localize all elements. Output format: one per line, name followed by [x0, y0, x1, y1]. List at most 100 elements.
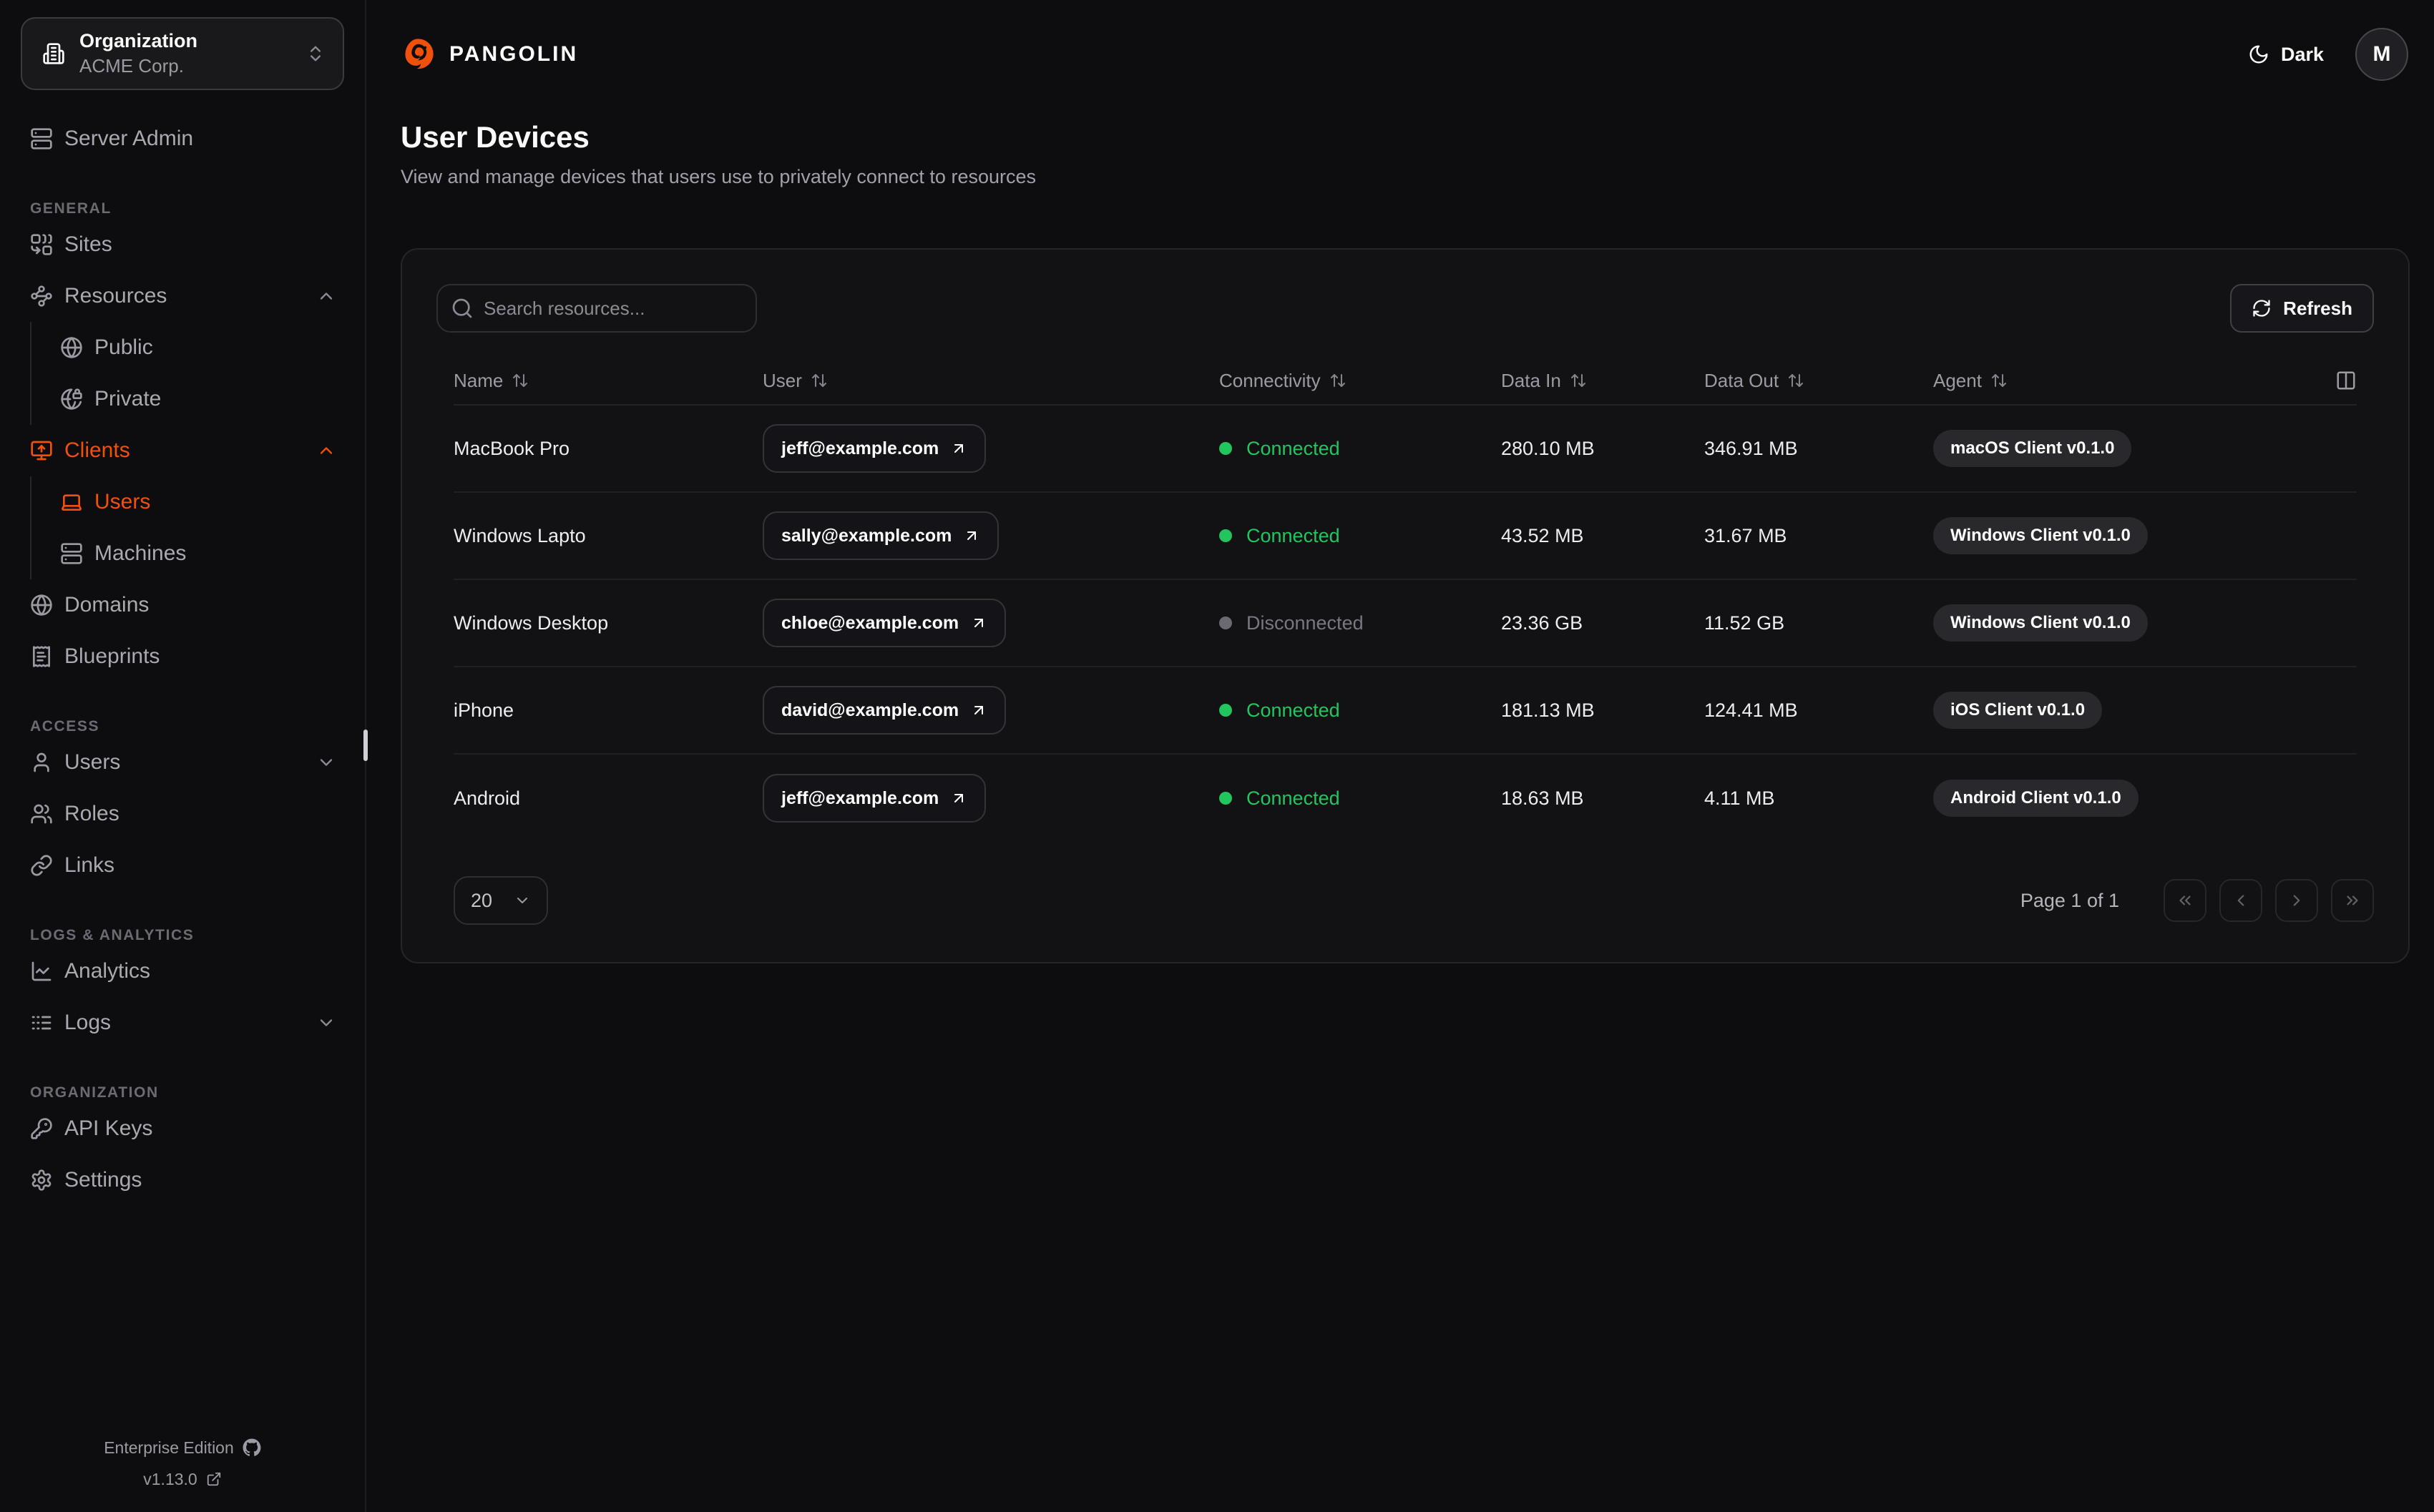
device-name: Windows Lapto — [454, 524, 586, 546]
chevrons-left-icon — [2176, 891, 2194, 910]
sidebar-item[interactable]: Public — [0, 322, 365, 373]
sidebar-section: ACCESS Users Roles Links — [0, 717, 365, 891]
chevron-icon — [316, 286, 336, 306]
status-dot — [1219, 617, 1232, 629]
pangolin-logo-icon — [401, 37, 435, 72]
sidebar-item-server-admin[interactable]: Server Admin — [0, 113, 365, 165]
github-icon — [243, 1438, 261, 1457]
chevrons-up-down-icon — [306, 44, 326, 64]
last-page-button[interactable] — [2331, 879, 2374, 922]
sidebar-item[interactable]: Private — [0, 373, 365, 425]
next-page-button[interactable] — [2275, 879, 2318, 922]
chevron-right-icon — [2287, 891, 2306, 910]
data-in-value: 280.10 MB — [1501, 437, 1595, 459]
sort-icon — [1787, 372, 1804, 389]
devices-card: Refresh Name User Connectivity — [401, 248, 2410, 963]
org-switcher-value: ACME Corp. — [79, 55, 184, 77]
agent-badge: macOS Client v0.1.0 — [1933, 430, 2132, 467]
arrow-up-right-icon — [970, 614, 987, 632]
sidebar-item-icon — [60, 491, 83, 514]
connectivity-status: Disconnected — [1219, 612, 1501, 634]
agent-badge: Windows Client v0.1.0 — [1933, 604, 2148, 642]
data-out-value: 11.52 GB — [1704, 612, 1785, 634]
org-switcher-label: Organization — [79, 30, 198, 51]
devices-table: Name User Connectivity Data In Data Out … — [454, 357, 2357, 842]
sidebar-item-icon — [30, 285, 53, 308]
column-visibility-button[interactable] — [2322, 370, 2357, 391]
user-link[interactable]: sally@example.com — [763, 511, 999, 560]
prev-page-button[interactable] — [2219, 879, 2262, 922]
column-header-agent[interactable]: Agent — [1933, 370, 2322, 392]
sidebar-resize-handle[interactable] — [363, 730, 368, 761]
data-out-value: 31.67 MB — [1704, 524, 1787, 546]
user-link[interactable]: jeff@example.com — [763, 774, 987, 823]
device-name: iPhone — [454, 699, 514, 721]
avatar[interactable]: M — [2355, 28, 2408, 81]
page-head: User Devices View and manage devices tha… — [366, 109, 2434, 188]
data-out-value: 124.41 MB — [1704, 699, 1798, 721]
arrow-up-right-icon — [970, 702, 987, 719]
sidebar-item[interactable]: Blueprints — [0, 631, 365, 682]
sidebar-item[interactable]: Analytics — [0, 946, 365, 997]
org-switcher[interactable]: Organization ACME Corp. — [21, 17, 344, 90]
version-link[interactable]: v1.13.0 — [0, 1463, 365, 1495]
table-body: MacBook Pro jeff@example.com Connected 2… — [454, 406, 2357, 842]
edition-label: Enterprise Edition — [104, 1438, 234, 1457]
edition-link[interactable]: Enterprise Edition — [0, 1432, 365, 1463]
building-icon — [42, 42, 65, 65]
chevron-left-icon — [2232, 891, 2250, 910]
sidebar-item-icon — [30, 439, 53, 462]
device-name: Windows Desktop — [454, 612, 609, 634]
sidebar-item[interactable]: Settings — [0, 1154, 365, 1206]
column-header-name[interactable]: Name — [454, 370, 763, 392]
search-input[interactable] — [436, 284, 757, 333]
sidebar-section: GENERAL Sites Resources Public Private C… — [0, 199, 365, 682]
sidebar-item-icon — [30, 233, 53, 256]
column-header-connectivity[interactable]: Connectivity — [1219, 370, 1501, 392]
column-header-user[interactable]: User — [763, 370, 1219, 392]
user-link[interactable]: jeff@example.com — [763, 424, 987, 473]
column-header-data-in[interactable]: Data In — [1501, 370, 1704, 392]
sidebar-footer: Enterprise Edition v1.13.0 — [0, 1432, 365, 1495]
sidebar-section: LOGS & ANALYTICS Analytics Logs — [0, 926, 365, 1049]
sidebar-item-icon — [30, 645, 53, 668]
user-link[interactable]: chloe@example.com — [763, 599, 1007, 647]
first-page-button[interactable] — [2164, 879, 2206, 922]
column-header-data-out[interactable]: Data Out — [1704, 370, 1933, 392]
refresh-icon — [2252, 298, 2272, 318]
status-dot — [1219, 704, 1232, 717]
sidebar-item-icon — [60, 542, 83, 565]
page-size-select[interactable]: 20 — [454, 876, 548, 925]
sidebar-item[interactable]: Machines — [0, 528, 365, 579]
chevron-icon — [316, 1013, 336, 1033]
pagination: 20 Page 1 of 1 — [436, 876, 2374, 925]
moon-icon — [2248, 44, 2269, 65]
sidebar-item[interactable]: Users — [0, 737, 365, 788]
sidebar-item-icon — [60, 336, 83, 359]
sidebar-item[interactable]: Domains — [0, 579, 365, 631]
user-link[interactable]: david@example.com — [763, 686, 1007, 735]
sidebar-item[interactable]: Roles — [0, 788, 365, 840]
connectivity-status: Connected — [1219, 699, 1501, 722]
avatar-initial: M — [2372, 42, 2391, 66]
sidebar: Organization ACME Corp. Server Admin GEN… — [0, 0, 366, 1512]
data-in-value: 23.36 GB — [1501, 612, 1583, 634]
chevron-icon — [316, 752, 336, 772]
sidebar-item[interactable]: Resources — [0, 270, 365, 322]
connectivity-status: Connected — [1219, 787, 1501, 810]
sidebar-item-icon — [30, 751, 53, 774]
sidebar-item[interactable]: Clients — [0, 425, 365, 476]
theme-toggle[interactable]: Dark — [2248, 44, 2324, 66]
sidebar-item[interactable]: Links — [0, 840, 365, 891]
sidebar-item-icon — [60, 388, 83, 411]
page-info: Page 1 of 1 — [2020, 889, 2119, 911]
sort-icon — [811, 372, 828, 389]
sidebar-item-icon — [30, 802, 53, 825]
agent-badge: iOS Client v0.1.0 — [1933, 692, 2103, 729]
sidebar-item[interactable]: Users — [0, 476, 365, 528]
sidebar-item[interactable]: API Keys — [0, 1103, 365, 1154]
theme-toggle-label: Dark — [2280, 43, 2324, 65]
refresh-button[interactable]: Refresh — [2230, 284, 2374, 333]
sidebar-item[interactable]: Logs — [0, 997, 365, 1049]
sidebar-item[interactable]: Sites — [0, 219, 365, 270]
